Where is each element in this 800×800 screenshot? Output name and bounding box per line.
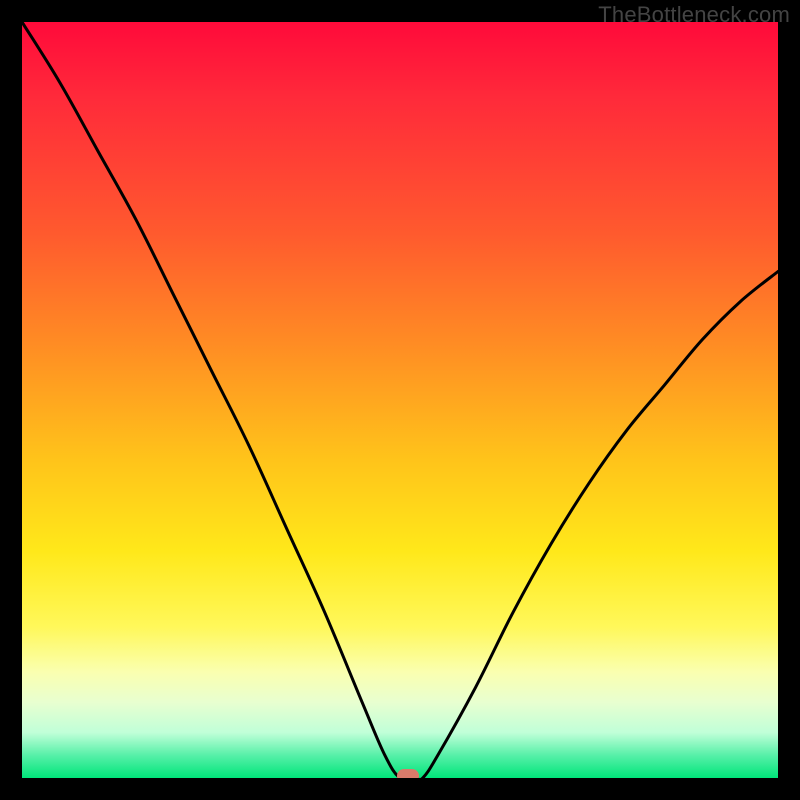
curve-path bbox=[22, 22, 778, 778]
chart-frame: TheBottleneck.com bbox=[0, 0, 800, 800]
optimal-marker bbox=[397, 769, 419, 778]
plot-area bbox=[22, 22, 778, 778]
bottleneck-curve bbox=[22, 22, 778, 778]
